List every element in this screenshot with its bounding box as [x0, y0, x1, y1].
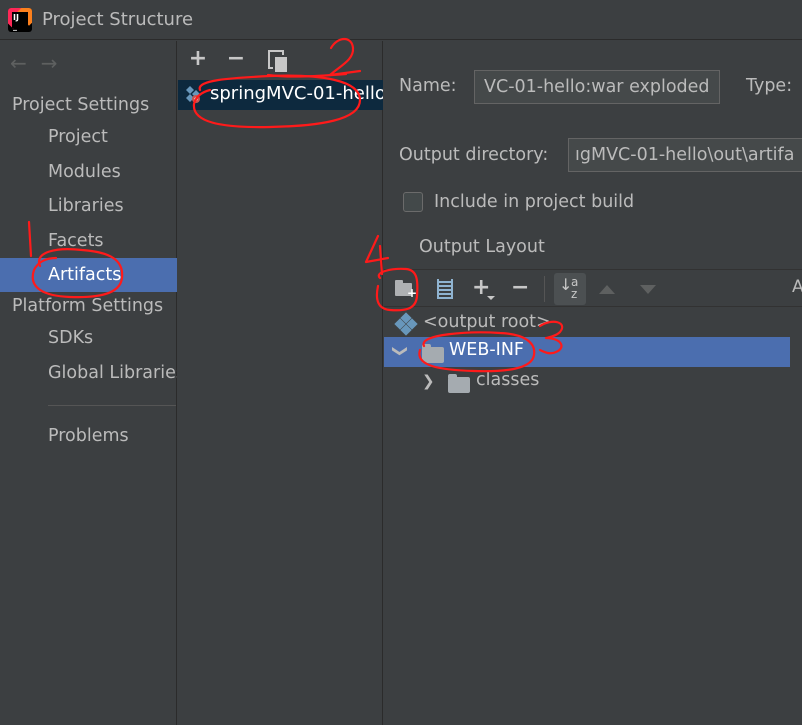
- remove-layout-element-button[interactable]: −: [511, 275, 529, 301]
- available-elements-label: A: [792, 277, 802, 297]
- sidebar-item-problems[interactable]: Problems: [0, 419, 177, 453]
- type-label: Type:: [746, 76, 793, 96]
- artifact-detail-panel: Name: VC-01-hello:war exploded Type: Out…: [384, 41, 802, 725]
- folder-icon: [448, 374, 470, 393]
- toolbar-separator: [544, 276, 545, 302]
- output-layout-label: Output Layout: [419, 237, 545, 257]
- war-exploded-icon: [186, 86, 200, 103]
- sort-elements-button[interactable]: ↓ a z: [554, 273, 586, 305]
- artifact-name: springMVC-01-hello: [210, 83, 383, 104]
- chevron-down-icon[interactable]: ❯: [391, 345, 409, 358]
- back-arrow-icon[interactable]: ←: [10, 51, 41, 75]
- settings-sidebar: ←→ Project Settings Project Modules Libr…: [0, 41, 177, 725]
- output-directory-label: Output directory:: [399, 145, 549, 165]
- copy-artifact-icon[interactable]: [268, 50, 289, 74]
- nav-arrows: ←→: [10, 51, 72, 75]
- sidebar-item-facets[interactable]: Facets: [0, 224, 177, 258]
- include-in-build-checkbox[interactable]: [403, 192, 423, 212]
- sidebar-item-global-libraries[interactable]: Global Libraries: [0, 356, 177, 390]
- include-in-build-label: Include in project build: [434, 192, 635, 212]
- project-settings-heading: Project Settings: [12, 95, 150, 115]
- tree-item-classes[interactable]: ❯ classes: [384, 367, 790, 397]
- sidebar-item-modules[interactable]: Modules: [0, 155, 177, 189]
- window-title: Project Structure: [42, 9, 194, 30]
- tree-item-label: classes: [476, 370, 540, 390]
- output-directory-field[interactable]: ıgMVC-01-hello\out\artifa: [568, 138, 802, 172]
- add-artifact-button[interactable]: +: [186, 47, 210, 71]
- tree-item-label: <output root>: [423, 312, 551, 332]
- artifacts-list-panel: + − springMVC-01-hello: [178, 41, 383, 725]
- output-root-icon: [394, 312, 418, 336]
- chevron-right-icon[interactable]: ❯: [422, 372, 435, 390]
- tree-item-web-inf[interactable]: ❯ WEB-INF: [384, 337, 790, 367]
- create-directory-icon[interactable]: +: [394, 277, 418, 301]
- sidebar-item-project[interactable]: Project: [0, 120, 177, 154]
- sidebar-divider: [48, 405, 176, 406]
- tree-item-label: WEB-INF: [449, 340, 524, 360]
- title-bar: IJ _ Project Structure: [0, 0, 802, 40]
- sidebar-item-libraries[interactable]: Libraries: [0, 189, 177, 223]
- platform-settings-heading: Platform Settings: [12, 296, 164, 316]
- tree-item-output-root[interactable]: <output root>: [384, 309, 790, 339]
- chevron-down-icon: [487, 296, 495, 300]
- sort-letter-z: z: [571, 287, 578, 301]
- intellij-logo-icon: IJ _: [8, 8, 32, 32]
- artifact-list-item[interactable]: springMVC-01-hello: [178, 80, 383, 110]
- artifact-name-field[interactable]: VC-01-hello:war exploded: [474, 70, 720, 104]
- sidebar-item-artifacts[interactable]: Artifacts: [0, 258, 177, 292]
- create-archive-icon[interactable]: [431, 277, 455, 301]
- folder-icon: [422, 344, 444, 363]
- remove-artifact-button[interactable]: −: [224, 47, 248, 71]
- forward-arrow-icon[interactable]: →: [41, 51, 72, 75]
- move-down-icon[interactable]: [640, 285, 656, 294]
- output-layout-toolbar: + + − ↓ a z A: [384, 269, 802, 307]
- sidebar-item-sdks[interactable]: SDKs: [0, 321, 177, 355]
- artifacts-toolbar: + −: [178, 41, 383, 77]
- name-label: Name:: [399, 76, 457, 96]
- move-up-icon[interactable]: [599, 285, 615, 294]
